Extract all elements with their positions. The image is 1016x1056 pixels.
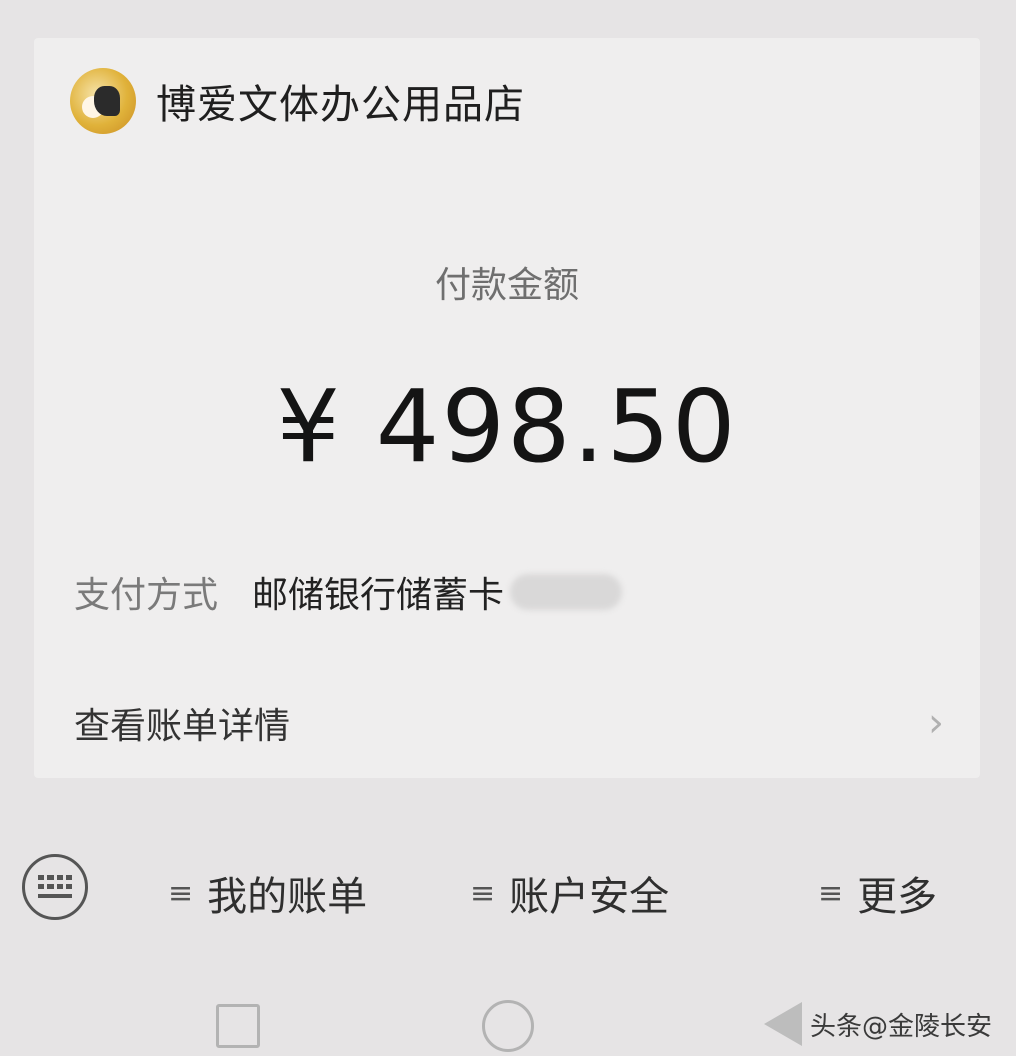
amount-label: 付款金额	[434, 265, 579, 306]
avatar-figure-shape	[94, 86, 120, 116]
payment-card: 博爱文体办公用品店 付款金额 ¥ 498.50 支付方式 邮储银行储蓄卡 查看账…	[34, 38, 980, 778]
view-bill-details-row[interactable]: 查看账单详情 ›	[74, 698, 944, 748]
menu-lines-icon: ≡	[470, 875, 496, 911]
menu-my-bills[interactable]: ≡ 我的账单	[168, 864, 367, 922]
watermark: 头条@金陵长安	[809, 1012, 992, 1042]
bottom-menu-bar: ≡ 我的账单 ≡ 账户安全 ≡ 更多	[0, 836, 1016, 946]
merchant-avatar	[70, 68, 136, 134]
keyboard-icon[interactable]	[22, 854, 88, 920]
menu-my-bills-label: 我的账单	[207, 874, 368, 920]
payment-method-row: 支付方式 邮储银行储蓄卡	[74, 566, 623, 618]
back-icon[interactable]	[764, 1002, 802, 1046]
payment-method-label: 支付方式	[74, 575, 219, 616]
merchant-name: 博爱文体办公用品店	[156, 82, 525, 128]
menu-account-security-label: 账户安全	[509, 874, 670, 920]
menu-lines-icon: ≡	[818, 875, 844, 911]
menu-account-security[interactable]: ≡ 账户安全	[470, 864, 669, 922]
menu-more-label: 更多	[857, 874, 938, 920]
menu-more[interactable]: ≡ 更多	[818, 864, 937, 922]
view-bill-details-label: 查看账单详情	[74, 706, 291, 747]
payment-method-value: 邮储银行储蓄卡	[252, 575, 505, 616]
payment-amount: ¥ 498.50	[276, 368, 738, 485]
chevron-right-icon: ›	[928, 700, 944, 746]
merchant-header: 博爱文体办公用品店	[70, 68, 525, 134]
menu-lines-icon: ≡	[168, 875, 194, 911]
home-icon[interactable]	[482, 1000, 534, 1052]
masked-card-number	[510, 574, 623, 610]
recent-apps-icon[interactable]	[216, 1004, 260, 1048]
